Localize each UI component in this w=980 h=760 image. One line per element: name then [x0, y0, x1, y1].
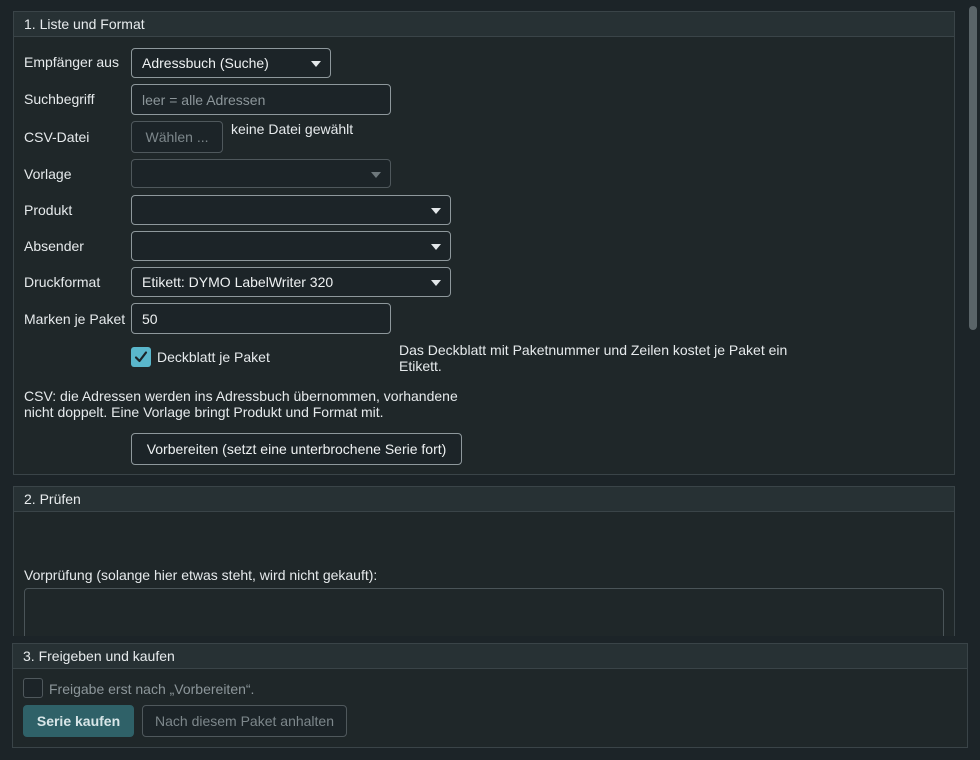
sender-label: Absender [24, 238, 84, 254]
search-label: Suchbegriff [24, 91, 95, 107]
bottom-panel: 3. Freigeben und kaufen Freigabe erst na… [0, 636, 980, 760]
cover-sheet-checkbox[interactable] [131, 347, 151, 367]
sender-select[interactable] [131, 231, 451, 261]
print-format-label: Druckformat [24, 274, 101, 290]
section-check: 2. Prüfen Vorprüfung (solange hier etwas… [13, 486, 955, 636]
chevron-down-icon [311, 61, 321, 67]
print-format-select[interactable]: Etikett: DYMO LabelWriter 320 [131, 267, 451, 297]
stamps-per-packet-input[interactable]: 50 [131, 303, 391, 334]
release-checkbox[interactable] [23, 678, 43, 698]
buy-series-button[interactable]: Serie kaufen [23, 705, 134, 737]
cover-sheet-label: Deckblatt je Paket [157, 349, 270, 365]
product-label: Produkt [24, 202, 73, 218]
choose-csv-button[interactable]: Wählen ... [131, 121, 223, 153]
section-release-and-buy: 3. Freigeben und kaufen Freigabe erst na… [12, 643, 968, 748]
csv-status: keine Datei gewählt [231, 121, 354, 137]
product-select[interactable] [131, 195, 451, 225]
recipient-value: Adressbuch (Suche) [142, 55, 269, 71]
recipient-label: Empfänger aus [24, 54, 119, 70]
chevron-down-icon [431, 208, 441, 214]
stamps-per-packet-label: Marken je Paket [24, 311, 126, 327]
pause-after-packet-button[interactable]: Nach diesem Paket anhalten [142, 705, 347, 737]
scroll-area: 1. Liste und Format Empfänger aus Adress… [0, 0, 966, 636]
section-list-and-format: 1. Liste und Format Empfänger aus Adress… [13, 11, 955, 475]
vertical-scrollbar[interactable] [966, 0, 980, 636]
template-select[interactable] [131, 159, 391, 188]
precheck-label: Vorprüfung (solange hier etwas steht, wi… [24, 567, 378, 583]
scrollbar-thumb[interactable] [969, 6, 977, 330]
csv-note: CSV: die Adressen werden ins Adressbuch … [24, 388, 458, 420]
chevron-down-icon [431, 244, 441, 250]
chevron-down-icon [431, 280, 441, 286]
search-input[interactable]: leer = alle Adressen [131, 84, 391, 115]
section-title: 3. Freigeben und kaufen [13, 644, 967, 669]
recipient-select[interactable]: Adressbuch (Suche) [131, 48, 331, 78]
template-label: Vorlage [24, 166, 72, 182]
prepare-button[interactable]: Vorbereiten (setzt eine unterbrochene Se… [131, 433, 462, 465]
chevron-down-icon [371, 171, 381, 178]
cover-sheet-hint: Das Deckblatt mit Paketnummer und Zeilen… [399, 342, 788, 374]
print-format-value: Etikett: DYMO LabelWriter 320 [142, 274, 334, 290]
release-label: Freigabe erst nach „Vorbereiten“. [49, 681, 255, 697]
precheck-textarea[interactable] [24, 588, 944, 636]
stamps-per-packet-value: 50 [142, 310, 158, 327]
section-title: 2. Prüfen [14, 487, 954, 512]
csv-label: CSV-Datei [24, 129, 90, 145]
check-icon [134, 351, 148, 363]
search-placeholder: leer = alle Adressen [142, 91, 266, 108]
section-title: 1. Liste und Format [14, 12, 954, 37]
